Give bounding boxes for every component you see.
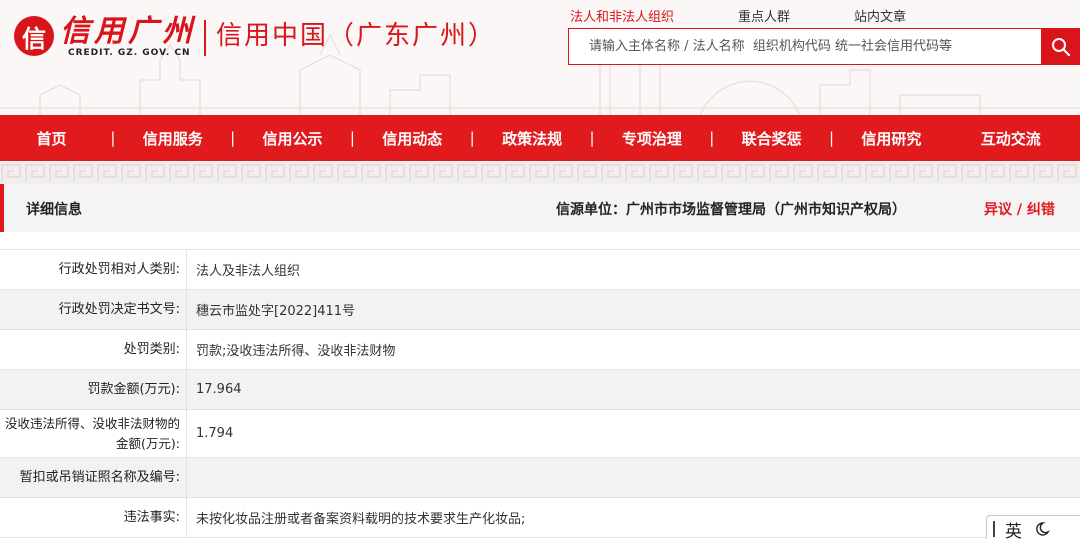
nav-separator: | <box>230 129 236 147</box>
table-row: 行政处罚决定书文号: 穗云市监处字[2022]411号 <box>0 290 1080 330</box>
row-value: 罚款;没收违法所得、没收非法财物 <box>196 344 396 359</box>
nav-item-policies[interactable]: 政策法规 <box>482 128 582 149</box>
nav-separator: | <box>349 129 355 147</box>
search-tab-organizations[interactable]: 法人和非法人组织 <box>570 6 674 25</box>
penalty-info-table: 行政处罚相对人类别: 法人及非法人组织 行政处罚决定书文号: 穗云市监处字[20… <box>0 249 1080 538</box>
ime-toolbar[interactable]: 英 <box>986 515 1080 539</box>
table-row: 违法事实: 未按化妆品注册或者备案资料载明的技术要求生产化妆品; <box>0 498 1080 538</box>
search-input[interactable] <box>569 29 1041 64</box>
ime-drag-handle[interactable] <box>993 521 995 537</box>
fret-pattern <box>0 161 1080 185</box>
detail-header: 详细信息 信源单位：广州市市场监督管理局（广州市知识产权局） 异议 / 纠错 <box>0 184 1080 232</box>
main-nav: 首页 | 信用服务 | 信用公示 | 信用动态 | 政策法规 | 专项治理 | … <box>0 115 1080 161</box>
search-tab-key-groups[interactable]: 重点人群 <box>738 6 790 25</box>
table-row: 罚款金额(万元): 17.964 <box>0 370 1080 410</box>
site-logo[interactable]: 信 信用广州 CREDIT. GZ. GOV. CN 信用中国（广东广州） <box>14 14 496 58</box>
decorative-band <box>0 161 1080 185</box>
table-row: 没收违法所得、没收非法财物的金额(万元): 1.794 <box>0 410 1080 458</box>
row-label: 违法事实: <box>0 498 187 537</box>
nav-item-joint-rewards[interactable]: 联合奖惩 <box>722 128 822 149</box>
dispute-correction-link[interactable]: 异议 / 纠错 <box>984 199 1055 219</box>
nav-item-credit-news[interactable]: 信用动态 <box>362 128 462 149</box>
search-button[interactable] <box>1042 28 1080 65</box>
search-icon <box>1052 37 1071 56</box>
nav-separator: | <box>110 129 116 147</box>
nav-separator: | <box>589 129 595 147</box>
nav-item-credit-disclosure[interactable]: 信用公示 <box>243 128 343 149</box>
search-tab-articles[interactable]: 站内文章 <box>854 6 906 25</box>
search-tabs: 法人和非法人组织 重点人群 站内文章 <box>570 6 906 25</box>
row-value: 17.964 <box>196 382 242 397</box>
ime-mode-label[interactable]: 英 <box>1005 517 1022 539</box>
logo-title: 信用广州 <box>60 14 196 49</box>
nav-item-special-governance[interactable]: 专项治理 <box>602 128 702 149</box>
row-value: 法人及非法人组织 <box>196 264 301 279</box>
row-value: 穗云市监处字[2022]411号 <box>196 304 356 319</box>
logo-divider <box>204 20 206 56</box>
row-label: 行政处罚决定书文号: <box>0 290 187 329</box>
table-row: 行政处罚相对人类别: 法人及非法人组织 <box>0 250 1080 290</box>
row-label: 罚款金额(万元): <box>0 370 187 409</box>
table-row: 暂扣或吊销证照名称及编号: <box>0 458 1080 498</box>
logo-subtitle: CREDIT. GZ. GOV. CN <box>68 48 191 58</box>
nav-item-interaction[interactable]: 互动交流 <box>941 128 1080 149</box>
nav-separator: | <box>469 129 475 147</box>
table-row: 处罚类别: 罚款;没收违法所得、没收非法财物 <box>0 330 1080 370</box>
detail-title: 详细信息 <box>26 202 82 218</box>
nav-separator: | <box>829 129 835 147</box>
logo-mark: 信 <box>14 16 54 56</box>
row-label: 暂扣或吊销证照名称及编号: <box>0 458 187 497</box>
site-name: 信用中国（广东广州） <box>216 21 497 51</box>
nav-separator: | <box>709 129 715 147</box>
source-unit: 信源单位：广州市市场监督管理局（广州市知识产权局） <box>556 202 906 218</box>
site-header: 信 信用广州 CREDIT. GZ. GOV. CN 信用中国（广东广州） 法人… <box>0 0 1080 115</box>
row-value <box>187 458 1080 497</box>
row-value: 1.794 <box>196 426 234 441</box>
nav-item-credit-services[interactable]: 信用服务 <box>123 128 223 149</box>
row-label: 没收违法所得、没收非法财物的金额(万元): <box>0 410 187 457</box>
search-box <box>568 28 1042 65</box>
row-label: 行政处罚相对人类别: <box>0 250 187 289</box>
row-value: 未按化妆品注册或者备案资料载明的技术要求生产化妆品; <box>196 512 526 527</box>
moon-icon[interactable] <box>1034 521 1050 537</box>
nav-item-home[interactable]: 首页 <box>0 128 103 149</box>
nav-item-credit-research[interactable]: 信用研究 <box>841 128 941 149</box>
row-label: 处罚类别: <box>0 330 187 369</box>
